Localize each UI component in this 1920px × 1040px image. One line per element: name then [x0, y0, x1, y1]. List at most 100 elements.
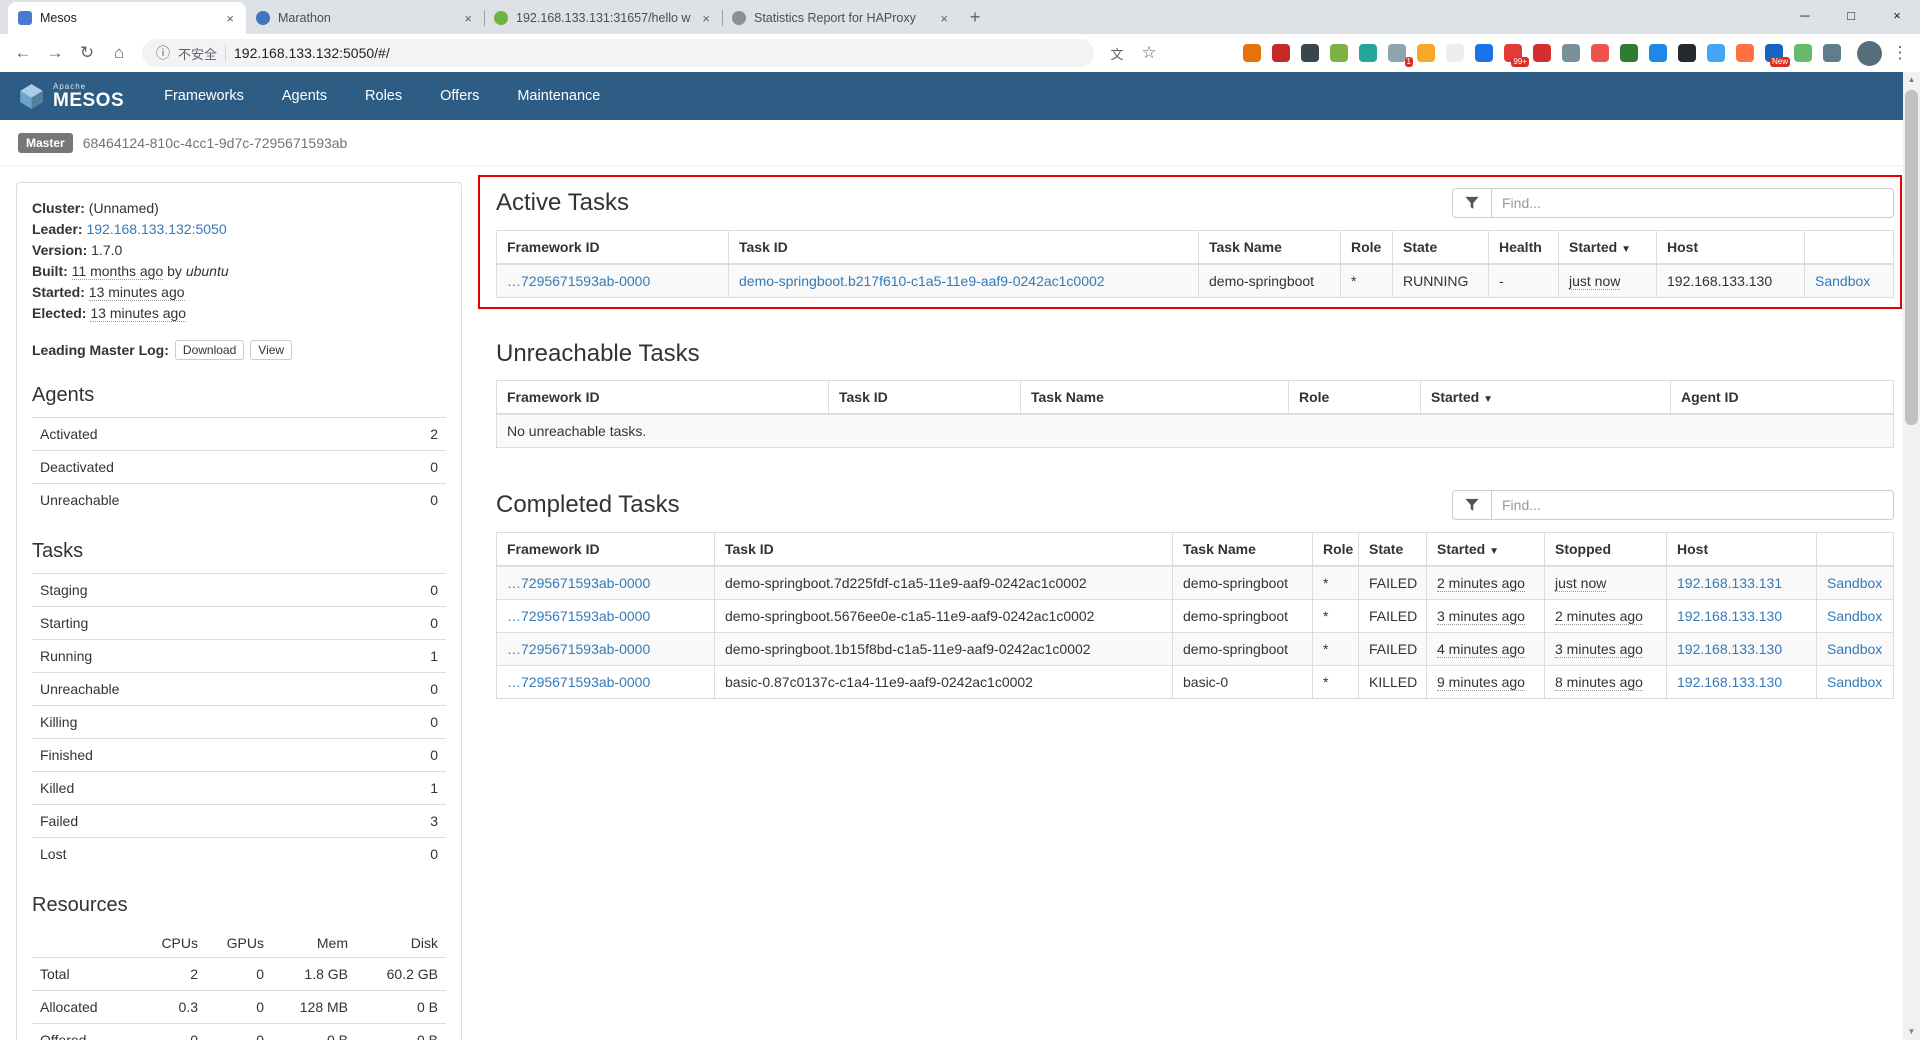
col-started[interactable]: Started ▼ — [1559, 231, 1657, 265]
new-tab-button[interactable]: + — [960, 3, 990, 31]
completed-find-input[interactable] — [1492, 490, 1894, 520]
scroll-down-icon[interactable]: ▼ — [1903, 1024, 1920, 1040]
filter-button[interactable] — [1452, 188, 1492, 218]
extension-icon[interactable] — [1794, 44, 1812, 62]
refresh-icon[interactable]: ↻ — [72, 43, 102, 63]
scroll-up-icon[interactable]: ▲ — [1903, 72, 1920, 88]
col-task-id[interactable]: Task ID — [729, 231, 1199, 265]
nav-offers[interactable]: Offers — [440, 88, 479, 104]
framework-id-link[interactable]: …7295671593ab-0000 — [507, 273, 650, 289]
col-state[interactable]: State — [1393, 231, 1489, 265]
address-bar[interactable]: ⓘ 不安全 192.168.133.132:5050/#/ — [142, 39, 1094, 67]
tab-marathon[interactable]: Marathon × — [246, 2, 484, 34]
col-role[interactable]: Role — [1341, 231, 1393, 265]
sandbox-link[interactable]: Sandbox — [1827, 674, 1882, 690]
extension-icon[interactable] — [1823, 44, 1841, 62]
host-link[interactable]: 192.168.133.131 — [1677, 575, 1782, 591]
filter-button[interactable] — [1452, 490, 1492, 520]
info-icon[interactable]: ⓘ — [156, 43, 170, 63]
host-link[interactable]: 192.168.133.130 — [1677, 608, 1782, 624]
extension-icon[interactable] — [1707, 44, 1725, 62]
col-health[interactable]: Health — [1489, 231, 1559, 265]
extension-icon[interactable] — [1301, 44, 1319, 62]
framework-id-link[interactable]: …7295671593ab-0000 — [507, 641, 650, 657]
minimize-button[interactable]: ─ — [1782, 0, 1828, 30]
nav-frameworks[interactable]: Frameworks — [164, 88, 244, 104]
col-task-name[interactable]: Task Name — [1173, 533, 1313, 567]
translate-icon[interactable]: 文 — [1102, 44, 1132, 63]
close-button[interactable]: × — [1874, 0, 1920, 30]
col-task-id[interactable]: Task ID — [715, 533, 1173, 567]
framework-id-link[interactable]: …7295671593ab-0000 — [507, 608, 650, 624]
extension-icon[interactable] — [1533, 44, 1551, 62]
tab-hello[interactable]: 192.168.133.131:31657/hello w × — [484, 2, 722, 34]
col-started[interactable]: Started ▼ — [1421, 381, 1671, 415]
extension-icon[interactable]: New — [1765, 44, 1783, 62]
home-icon[interactable]: ⌂ — [104, 43, 134, 63]
framework-id-link[interactable]: …7295671593ab-0000 — [507, 674, 650, 690]
extension-icon[interactable] — [1620, 44, 1638, 62]
tab-close-icon[interactable]: × — [938, 11, 950, 26]
tab-mesos[interactable]: Mesos × — [8, 2, 246, 34]
col-stopped[interactable]: Stopped — [1545, 533, 1667, 567]
extension-icon[interactable] — [1417, 44, 1435, 62]
built-line: Built: 11 months ago by ubuntu — [32, 261, 446, 282]
col-framework-id[interactable]: Framework ID — [497, 533, 715, 567]
browser-menu-icon[interactable]: ⋮ — [1888, 43, 1912, 63]
active-find-input[interactable] — [1492, 188, 1894, 218]
col-agent-id[interactable]: Agent ID — [1671, 381, 1894, 415]
tab-haproxy[interactable]: Statistics Report for HAProxy × — [722, 2, 960, 34]
col-state[interactable]: State — [1359, 533, 1427, 567]
col-task-name[interactable]: Task Name — [1021, 381, 1289, 415]
bookmark-star-icon[interactable]: ☆ — [1134, 43, 1164, 63]
sandbox-link[interactable]: Sandbox — [1827, 641, 1882, 657]
task-id-link[interactable]: demo-springboot.b217f610-c1a5-11e9-aaf9-… — [739, 273, 1105, 289]
col-role[interactable]: Role — [1313, 533, 1359, 567]
back-icon[interactable]: ← — [8, 43, 38, 63]
profile-avatar[interactable] — [1857, 41, 1882, 66]
extension-icon[interactable] — [1678, 44, 1696, 62]
url-text[interactable]: 192.168.133.132:5050/#/ — [234, 45, 390, 61]
extension-icon[interactable] — [1359, 44, 1377, 62]
extension-icon[interactable] — [1736, 44, 1754, 62]
col-framework-id[interactable]: Framework ID — [497, 381, 829, 415]
maximize-button[interactable]: □ — [1828, 0, 1874, 30]
host-link[interactable]: 192.168.133.130 — [1677, 641, 1782, 657]
scrollbar-thumb[interactable] — [1905, 90, 1918, 425]
extension-icon[interactable] — [1562, 44, 1580, 62]
version-label: Version: — [32, 242, 87, 258]
forward-icon[interactable]: → — [40, 43, 70, 63]
framework-id-link[interactable]: …7295671593ab-0000 — [507, 575, 650, 591]
extension-icon[interactable] — [1446, 44, 1464, 62]
col-framework-id[interactable]: Framework ID — [497, 231, 729, 265]
sandbox-link[interactable]: Sandbox — [1827, 608, 1882, 624]
tab-close-icon[interactable]: × — [700, 11, 712, 26]
mesos-logo[interactable]: Apache MESOS — [18, 83, 124, 110]
col-task-id[interactable]: Task ID — [829, 381, 1021, 415]
tab-close-icon[interactable]: × — [462, 11, 474, 26]
extension-icon[interactable] — [1330, 44, 1348, 62]
log-download-button[interactable]: Download — [175, 340, 244, 360]
col-host[interactable]: Host — [1667, 533, 1817, 567]
nav-roles[interactable]: Roles — [365, 88, 402, 104]
col-task-name[interactable]: Task Name — [1199, 231, 1341, 265]
host-link[interactable]: 192.168.133.130 — [1677, 674, 1782, 690]
extension-icon[interactable]: 99+ — [1504, 44, 1522, 62]
col-host[interactable]: Host — [1657, 231, 1805, 265]
nav-maintenance[interactable]: Maintenance — [517, 88, 600, 104]
sandbox-link[interactable]: Sandbox — [1815, 273, 1870, 289]
tab-close-icon[interactable]: × — [224, 11, 236, 26]
sandbox-link[interactable]: Sandbox — [1827, 575, 1882, 591]
log-view-button[interactable]: View — [250, 340, 292, 360]
extension-icon[interactable] — [1475, 44, 1493, 62]
extension-icon[interactable] — [1649, 44, 1667, 62]
page-scrollbar[interactable]: ▲ ▼ — [1903, 72, 1920, 1040]
col-started[interactable]: Started ▼ — [1427, 533, 1545, 567]
extension-icon[interactable]: 1 — [1388, 44, 1406, 62]
leader-link[interactable]: 192.168.133.132:5050 — [86, 221, 226, 237]
nav-agents[interactable]: Agents — [282, 88, 327, 104]
col-role[interactable]: Role — [1289, 381, 1421, 415]
extension-icon[interactable] — [1591, 44, 1609, 62]
extension-icon[interactable] — [1243, 44, 1261, 62]
extension-icon[interactable] — [1272, 44, 1290, 62]
